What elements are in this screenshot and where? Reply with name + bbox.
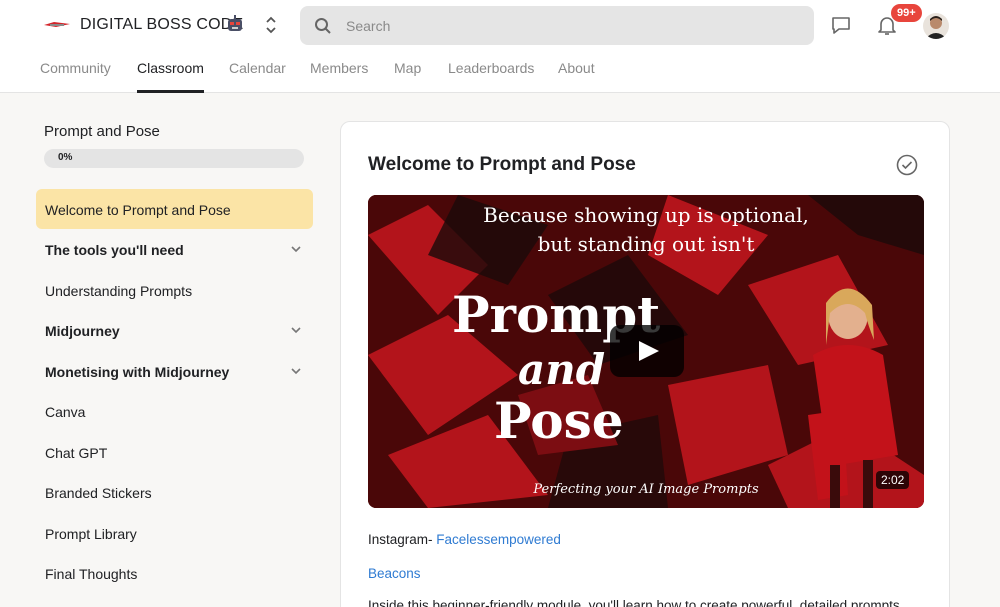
lesson-label: The tools you'll need (45, 242, 184, 258)
tagline-line-1: Because showing up is optional, (483, 203, 809, 227)
lesson-item-chat-gpt[interactable]: Chat GPT (36, 432, 313, 472)
video-footer: Perfecting your AI Image Prompts (533, 482, 759, 497)
play-icon[interactable] (610, 325, 684, 377)
search-bar[interactable] (300, 6, 814, 45)
video-title-and: and (518, 345, 606, 394)
logo-icon[interactable] (42, 16, 72, 34)
search-input[interactable] (346, 6, 796, 45)
lesson-label: Canva (45, 404, 86, 420)
notification-badge: 99+ (891, 4, 922, 22)
lesson-item-welcome[interactable]: Welcome to Prompt and Pose (36, 189, 313, 229)
video-tagline: Because showing up is optional, but stan… (368, 201, 924, 259)
lesson-item-understanding-prompts[interactable]: Understanding Prompts (36, 270, 313, 310)
tab-community[interactable]: Community (40, 60, 111, 93)
lesson-item-canva[interactable]: Canva (36, 391, 313, 431)
progress-label: 0% (58, 152, 73, 163)
instagram-line: Instagram- Facelessempowered (368, 532, 561, 547)
lesson-label: Welcome to Prompt and Pose (45, 202, 231, 218)
lesson-label: Midjourney (45, 323, 120, 339)
lesson-label: Chat GPT (45, 445, 108, 461)
top-header: DIGITAL BOSS CODE 99+ Community Classroo… (0, 0, 1000, 93)
search-icon (315, 18, 331, 34)
lesson-label: Final Thoughts (45, 566, 138, 582)
lesson-label: Understanding Prompts (45, 283, 193, 299)
tab-about[interactable]: About (558, 60, 595, 93)
lesson-item-branded-stickers[interactable]: Branded Stickers (36, 472, 313, 512)
chat-icon[interactable] (830, 15, 852, 35)
robot-emoji-icon (228, 15, 242, 31)
course-progress-bar: 0% (44, 149, 304, 168)
switcher-icon[interactable] (264, 14, 278, 36)
chevron-down-icon[interactable] (290, 243, 302, 255)
beacons-link[interactable]: Beacons (368, 566, 421, 581)
tagline-line-2: but standing out isn't (537, 232, 755, 256)
tab-classroom[interactable]: Classroom (137, 60, 204, 93)
lesson-title: Welcome to Prompt and Pose (368, 154, 636, 175)
lesson-item-final-thoughts[interactable]: Final Thoughts (36, 553, 313, 593)
course-title: Prompt and Pose (44, 123, 160, 140)
chevron-down-icon[interactable] (290, 324, 302, 336)
lesson-content-card: Welcome to Prompt and Pose Because showi… (340, 121, 950, 607)
community-name[interactable]: DIGITAL BOSS CODE (80, 16, 243, 34)
tab-calendar[interactable]: Calendar (229, 60, 286, 93)
lesson-item-midjourney[interactable]: Midjourney (36, 310, 313, 350)
tab-members[interactable]: Members (310, 60, 368, 93)
tab-map[interactable]: Map (394, 60, 421, 93)
avatar[interactable] (923, 13, 949, 39)
video-title-pose: Pose (494, 391, 624, 450)
lesson-item-monetising[interactable]: Monetising with Midjourney (36, 351, 313, 391)
lesson-label: Branded Stickers (45, 485, 152, 501)
instagram-link[interactable]: Facelessempowered (436, 532, 561, 547)
video-player[interactable]: Because showing up is optional, but stan… (368, 195, 924, 508)
lesson-item-prompt-library[interactable]: Prompt Library (36, 513, 313, 553)
lesson-item-tools[interactable]: The tools you'll need (36, 229, 313, 269)
tab-leaderboards[interactable]: Leaderboards (448, 60, 534, 93)
lesson-label: Prompt Library (45, 526, 137, 542)
lesson-label: Monetising with Midjourney (45, 364, 230, 380)
chevron-down-icon[interactable] (290, 365, 302, 377)
lesson-description: Inside this beginner-friendly module, yo… (368, 598, 900, 607)
instagram-label: Instagram- (368, 532, 433, 547)
check-circle-icon[interactable] (896, 154, 918, 176)
